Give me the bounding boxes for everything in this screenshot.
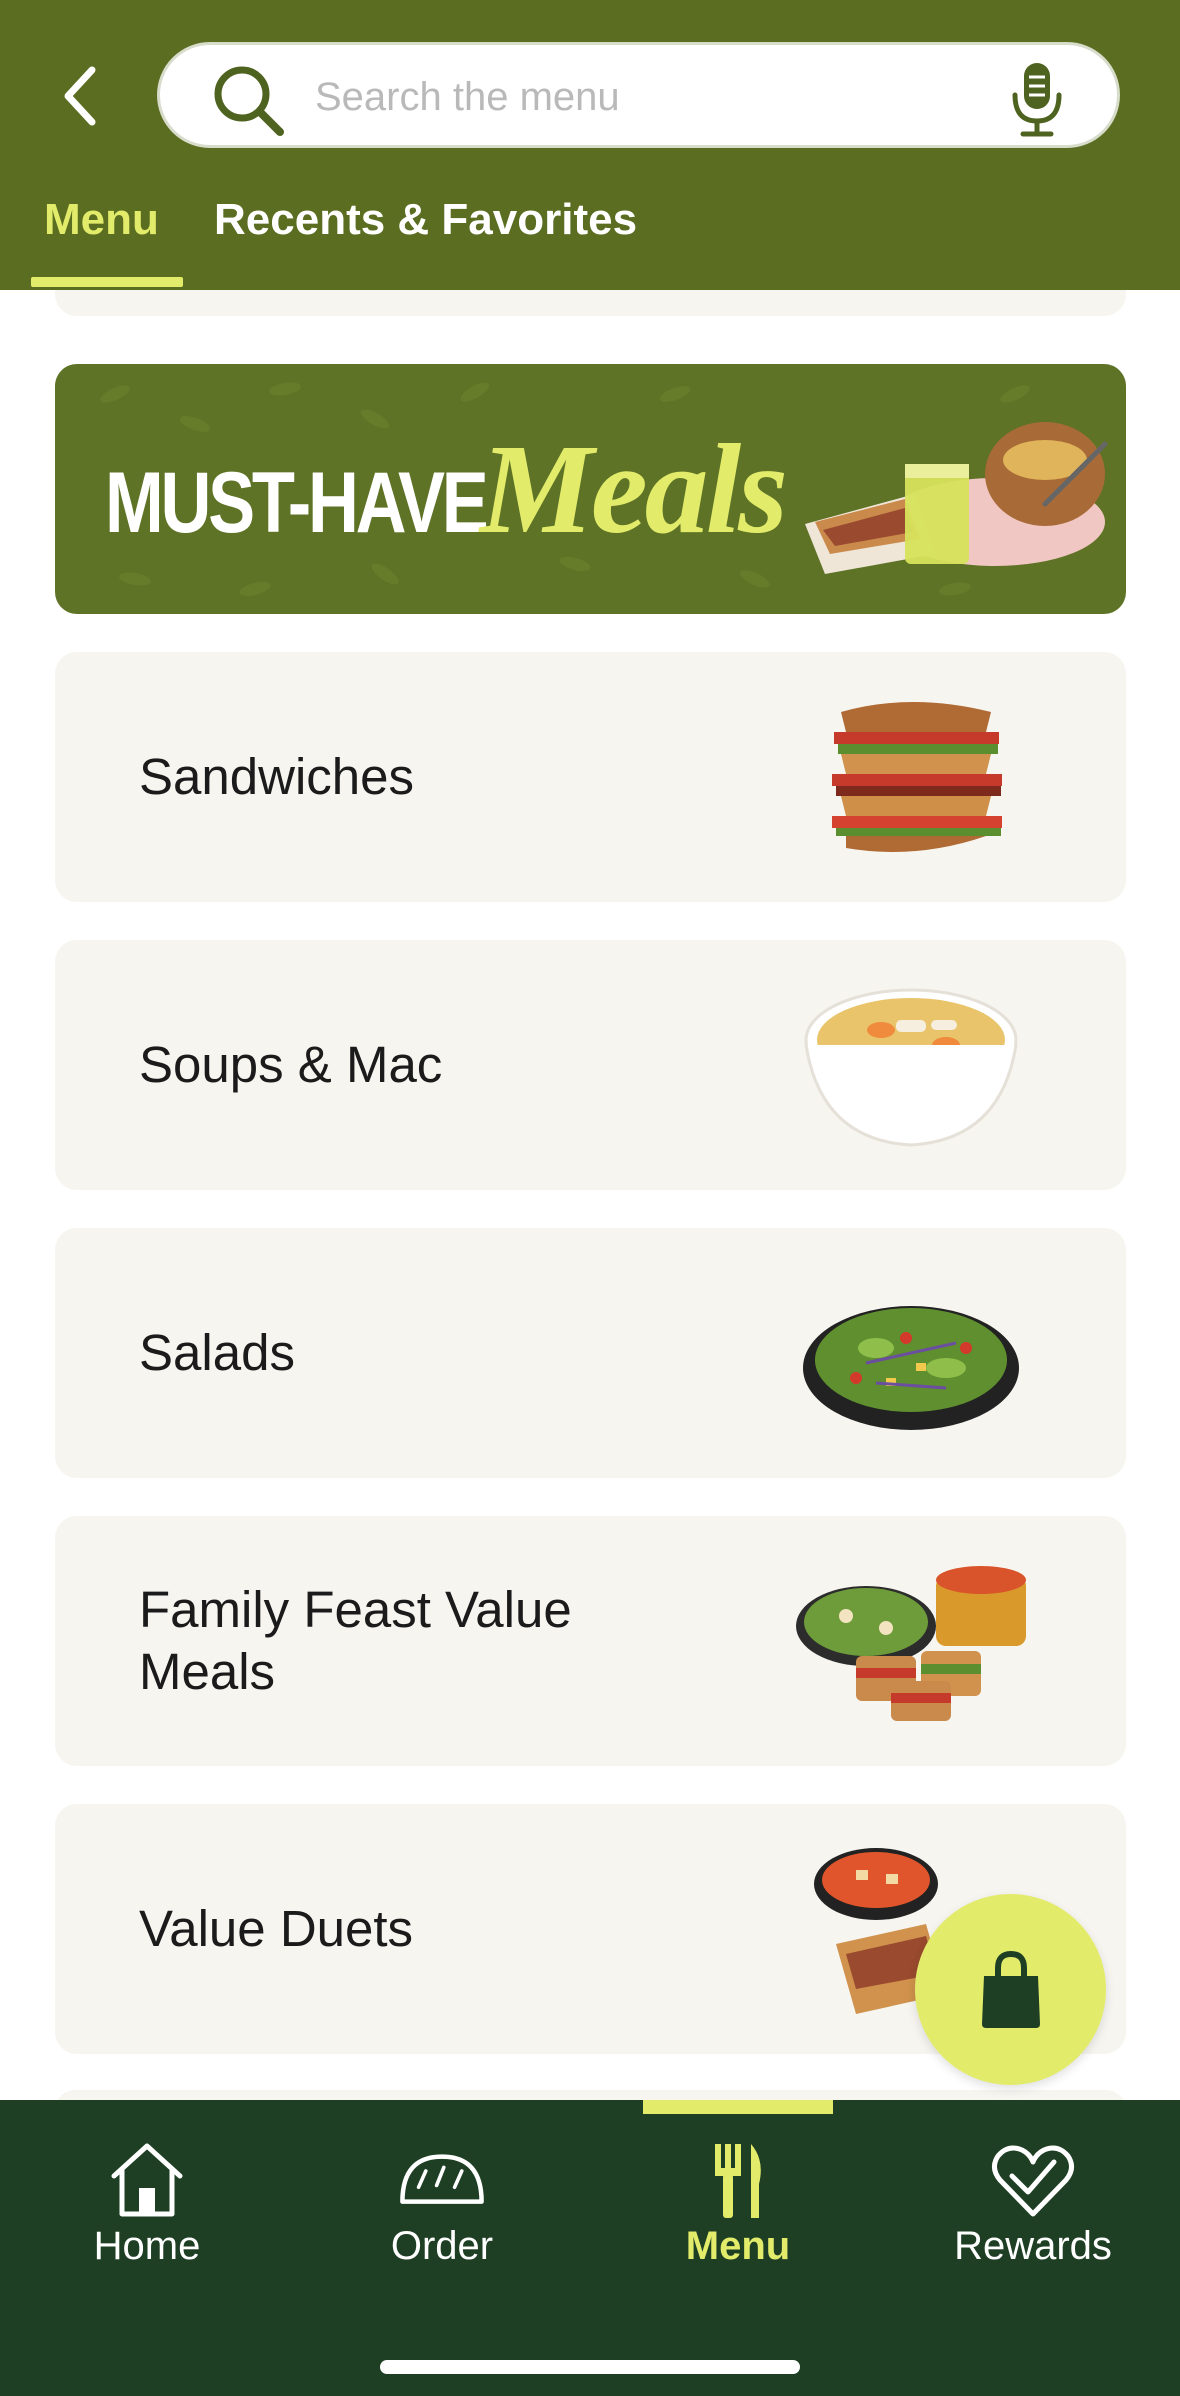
- partial-card[interactable]: [55, 290, 1126, 316]
- soup-bowl-image: [804, 988, 1018, 1147]
- sandwich-image: [832, 702, 1002, 852]
- salad-image: [803, 1306, 1019, 1430]
- category-label: Soups & Mac: [139, 1036, 443, 1093]
- nav-label: Rewards: [954, 2224, 1112, 2268]
- nav-label: Order: [390, 2224, 494, 2268]
- category-card-soups-mac[interactable]: Soups & Mac: [55, 940, 1126, 1190]
- home-icon: [111, 2143, 183, 2217]
- tab-recents-favorites[interactable]: Recents & Favorites: [214, 190, 637, 290]
- bottom-navigation: Home Order Menu Rewards: [0, 2100, 1180, 2396]
- nav-order[interactable]: Order: [322, 2140, 562, 2280]
- nav-label: Home: [93, 2224, 201, 2268]
- nav-menu[interactable]: Menu: [618, 2140, 858, 2280]
- category-card-sandwiches[interactable]: Sandwiches: [55, 652, 1126, 902]
- active-nav-indicator: [643, 2100, 833, 2114]
- nav-label: Menu: [685, 2224, 791, 2268]
- menu-content[interactable]: MUST-HAVE Meals Sandwiches Soups & Mac S…: [0, 290, 1180, 2100]
- nav-rewards[interactable]: Rewards: [913, 2140, 1153, 2280]
- partial-card-bottom[interactable]: [55, 2090, 1126, 2100]
- fork-knife-icon: [715, 2144, 761, 2218]
- active-tab-indicator: [31, 277, 183, 287]
- bread-icon: [400, 2154, 484, 2204]
- chevron-left-icon: [64, 66, 96, 126]
- menu-tabs: Menu Recents & Favorites: [0, 190, 1180, 290]
- search-icon: [214, 66, 284, 136]
- category-card-family-feast[interactable]: Family Feast Value Meals: [55, 1516, 1126, 1766]
- search-input[interactable]: [315, 67, 935, 127]
- microphone-icon[interactable]: [1007, 59, 1067, 139]
- promo-banner[interactable]: MUST-HAVE Meals: [55, 364, 1126, 614]
- app-header: Menu Recents & Favorites: [0, 0, 1180, 290]
- category-label: Family Feast Value Meals: [139, 1581, 572, 1700]
- category-card-salads[interactable]: Salads: [55, 1228, 1126, 1478]
- heart-icon: [992, 2145, 1074, 2217]
- promo-title: MUST-HAVE: [105, 455, 489, 551]
- category-label: Salads: [139, 1324, 295, 1381]
- category-label: Value Duets: [139, 1900, 414, 1957]
- back-button[interactable]: [50, 60, 110, 132]
- home-indicator[interactable]: [380, 2360, 800, 2374]
- promo-script-title: Meals: [480, 418, 788, 560]
- tab-menu[interactable]: Menu: [44, 190, 159, 290]
- cart-button[interactable]: [915, 1894, 1106, 2085]
- shopping-bag-icon: [981, 1950, 1040, 2028]
- promo-meal-image: [805, 422, 1108, 574]
- family-feast-image: [796, 1566, 1026, 1721]
- category-label: Sandwiches: [139, 748, 414, 805]
- nav-home[interactable]: Home: [27, 2140, 267, 2280]
- search-bar[interactable]: [157, 42, 1120, 148]
